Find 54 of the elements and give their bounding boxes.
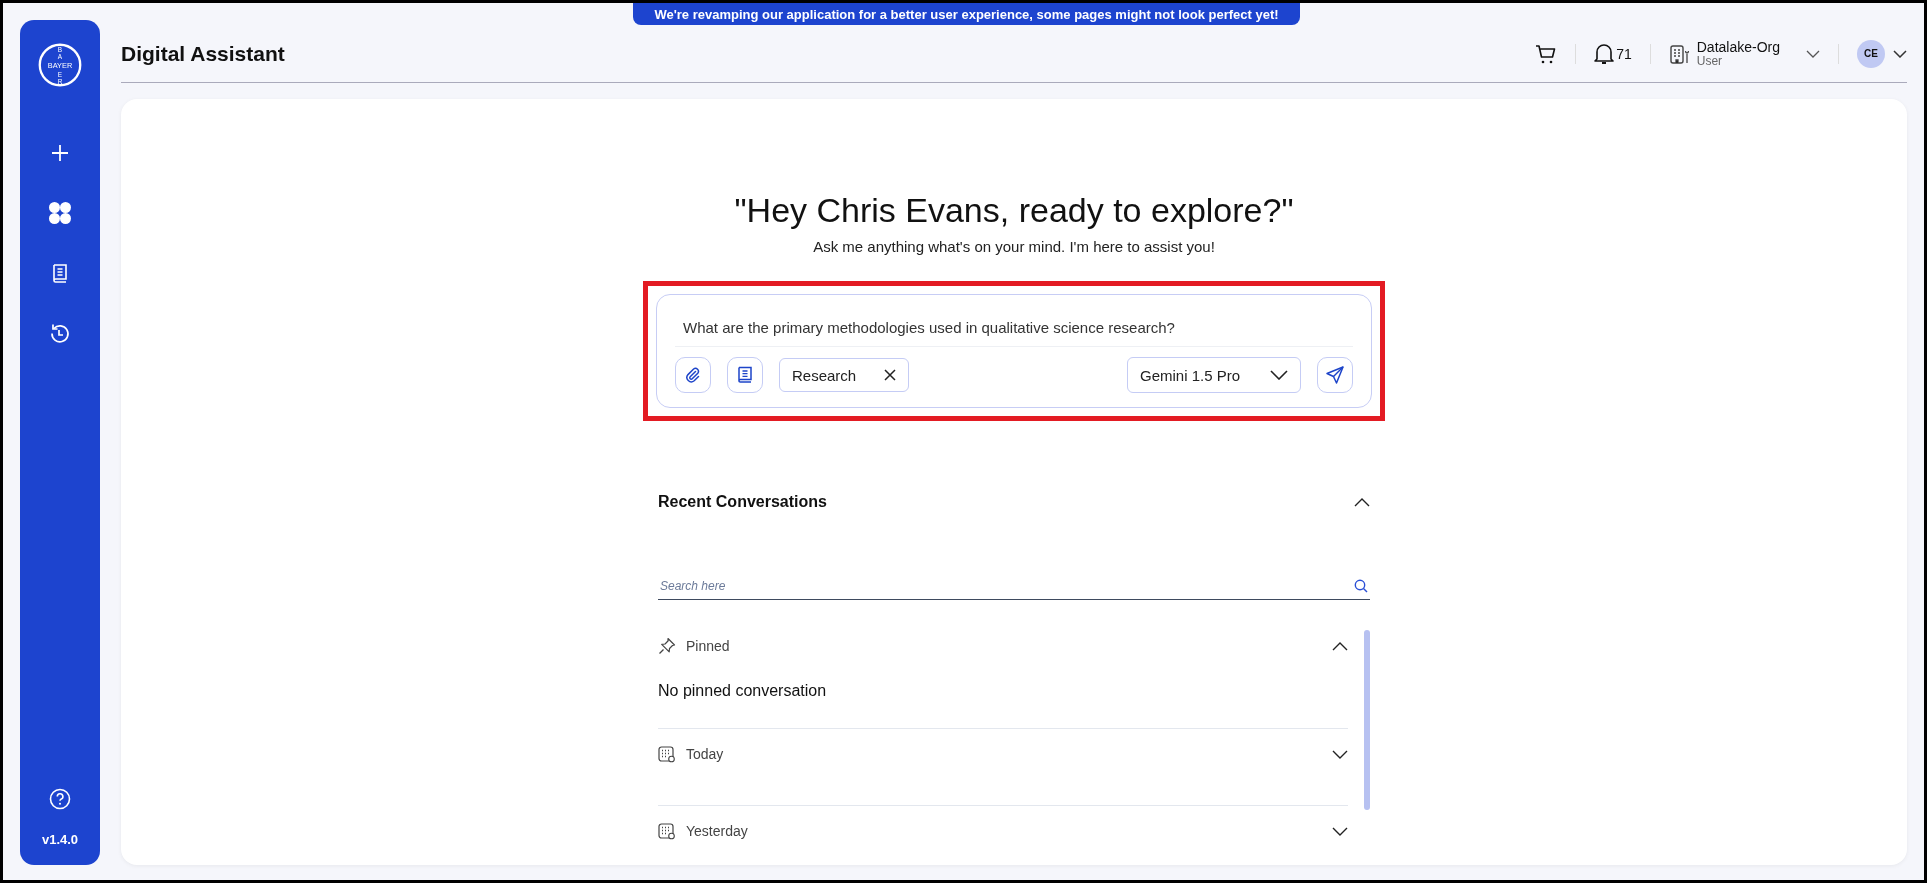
- greeting-subtitle: Ask me anything what's on your mind. I'm here to assist you!: [813, 238, 1215, 255]
- empty-message: No pinned conversation: [658, 681, 828, 701]
- building-icon: [1668, 43, 1691, 65]
- group-label: Today: [686, 746, 725, 762]
- chevron-down-icon: [1270, 370, 1288, 380]
- prompt-box[interactable]: What are the primary methodologies used in qualitative science research? Research Gemini 1.5 Pro: [656, 294, 1372, 408]
- help-icon: [49, 788, 71, 810]
- expand-button[interactable]: [1332, 826, 1348, 836]
- collapse-button[interactable]: [1332, 641, 1348, 651]
- chevron-down-icon: [1893, 50, 1907, 58]
- chevron-up-icon: [1354, 497, 1370, 507]
- history-icon: [49, 322, 71, 344]
- close-icon: [884, 369, 897, 381]
- search-icon: [1354, 579, 1368, 593]
- user-avatar: CE: [1857, 40, 1885, 68]
- tag-label: Research: [792, 366, 857, 384]
- calendar-icon: [658, 822, 676, 840]
- page-title: Digital Assistant: [121, 41, 285, 66]
- cart-icon: [1535, 43, 1558, 65]
- send-button[interactable]: [1317, 357, 1353, 393]
- cart-button[interactable]: [1535, 43, 1558, 65]
- pin-icon: [658, 637, 676, 655]
- notification-count: 71: [1616, 46, 1632, 62]
- scrollbar[interactable]: [1364, 630, 1370, 810]
- notifications-button[interactable]: 71: [1594, 43, 1632, 65]
- attach-button[interactable]: [675, 357, 711, 393]
- expand-button[interactable]: [1332, 749, 1348, 759]
- chevron-down-icon: [1332, 826, 1348, 836]
- greeting-heading: "Hey Chris Evans, ready to explore?": [734, 191, 1294, 230]
- version-label: v1.4.0: [41, 832, 79, 847]
- organization-name: Datalake-Org: [1696, 39, 1780, 56]
- section-title: Recent Conversations: [658, 493, 827, 511]
- book-icon: [737, 366, 753, 384]
- group-label: Pinned: [686, 638, 731, 654]
- bell-icon: [1594, 43, 1615, 65]
- plus-icon: [50, 143, 70, 163]
- paperclip-icon: [684, 366, 702, 384]
- chevron-down-icon: [1332, 749, 1348, 759]
- library-button[interactable]: [727, 357, 763, 393]
- model-dropdown[interactable]: Gemini 1.5 Pro: [1127, 357, 1301, 393]
- send-icon: [1325, 365, 1345, 385]
- four-circles-icon: [48, 201, 72, 225]
- announcement-banner: We're revamping our application for a better user experience, some pages might not look perfect yet!: [633, 3, 1300, 25]
- group-label: Yesterday: [686, 823, 749, 839]
- collapse-button[interactable]: [1354, 497, 1370, 507]
- calendar-icon: [658, 745, 676, 763]
- chevron-up-icon: [1332, 641, 1348, 651]
- logo-text: BAYER: [47, 60, 73, 70]
- user-role: User: [1696, 55, 1723, 69]
- organization-selector[interactable]: Datalake-Org User: [1668, 39, 1820, 69]
- remove-tag-button[interactable]: [884, 369, 897, 381]
- chevron-down-icon: [1806, 50, 1820, 58]
- book-icon: [51, 263, 69, 283]
- user-menu-button[interactable]: CE: [1857, 40, 1907, 68]
